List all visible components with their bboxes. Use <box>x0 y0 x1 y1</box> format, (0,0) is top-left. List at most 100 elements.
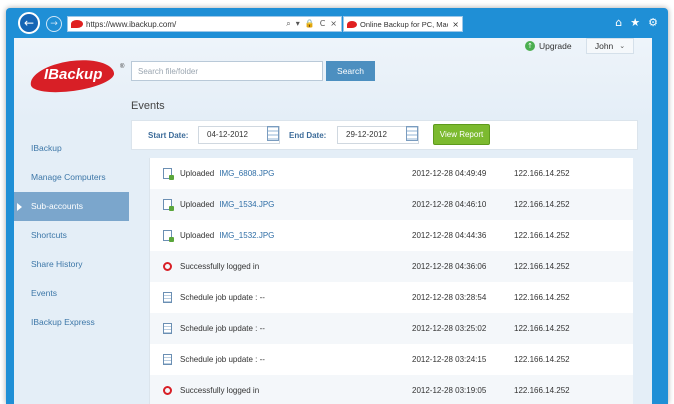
url-text[interactable]: https://www.ibackup.com/ <box>86 20 286 29</box>
event-icon-cell <box>160 168 174 180</box>
event-icon-cell <box>160 230 174 242</box>
browser-tab[interactable]: Online Backup for PC, Mac ... × <box>343 16 463 32</box>
event-description: Uploaded IMG_1534.JPG <box>180 200 412 209</box>
search-button[interactable]: Search <box>326 61 375 81</box>
event-timestamp: 2012-12-28 03:19:05 <box>412 386 487 395</box>
end-date-label: End Date: <box>289 131 327 140</box>
event-ip-address: 122.166.14.252 <box>514 386 570 395</box>
schedule-doc-icon <box>162 292 172 303</box>
page-header: IBackup ® Search ↑ Upgrade John ⌄ Events <box>14 38 652 120</box>
event-description: Uploaded IMG_6808.JPG <box>180 169 412 178</box>
user-name: John <box>594 41 614 51</box>
event-action: Uploaded <box>180 200 215 209</box>
main-panel: Start Date: 04-12-2012 End Date: 29-12-2… <box>129 120 652 404</box>
tab-favicon-icon <box>347 20 357 28</box>
login-icon <box>162 262 172 271</box>
event-timestamp: 2012-12-28 03:25:02 <box>412 324 487 333</box>
chevron-down-icon: ⌄ <box>619 42 626 50</box>
event-icon-cell <box>160 354 174 365</box>
event-timestamp: 2012-12-28 03:24:15 <box>412 355 487 364</box>
stop-icon[interactable]: × <box>330 19 337 29</box>
logo-text: IBackup <box>44 66 103 83</box>
upgrade-icon: ↑ <box>525 41 535 51</box>
view-report-button[interactable]: View Report <box>433 124 490 145</box>
browser-toolbar-icons: ⌂ ★ ⚙ <box>615 16 658 29</box>
search-icon[interactable]: ⌕ <box>286 19 290 29</box>
event-file-link[interactable]: IMG_6808.JPG <box>219 169 274 178</box>
table-row: Schedule job update : -- 2012-12-28 03:28… <box>150 282 633 313</box>
sidebar-item-share-history[interactable]: Share History <box>14 250 129 279</box>
upload-file-icon <box>162 168 174 180</box>
event-timestamp: 2012-12-28 04:44:36 <box>412 231 487 240</box>
table-row: Successfully logged in 2012-12-28 03:19:0… <box>150 375 633 404</box>
tab-title: Online Backup for PC, Mac ... <box>360 19 448 29</box>
address-bar[interactable]: https://www.ibackup.com/ ⌕ ▾ 🔒 C × <box>67 16 342 32</box>
favorites-icon[interactable]: ★ <box>630 16 640 29</box>
event-action: Uploaded <box>180 231 215 240</box>
event-ip-address: 122.166.14.252 <box>514 169 570 178</box>
table-row: Successfully logged in 2012-12-28 04:36:0… <box>150 251 633 282</box>
event-description: Successfully logged in <box>180 262 412 271</box>
event-file-link[interactable]: IMG_1534.JPG <box>219 200 274 209</box>
upgrade-link[interactable]: ↑ Upgrade <box>525 41 572 51</box>
event-icon-cell <box>160 199 174 211</box>
event-action: Successfully logged in <box>180 262 260 271</box>
table-row: Schedule job update : -- 2012-12-28 03:24… <box>150 344 633 375</box>
ibackup-logo[interactable]: IBackup ® <box>28 55 124 97</box>
browser-titlebar: ← → https://www.ibackup.com/ ⌕ ▾ 🔒 C × O… <box>6 8 668 38</box>
settings-icon[interactable]: ⚙ <box>648 16 658 29</box>
event-description: Uploaded IMG_1532.JPG <box>180 231 412 240</box>
event-icon-cell <box>160 292 174 303</box>
table-row: Uploaded IMG_1532.JPG 2012-12-28 04:44:36 1… <box>150 220 633 251</box>
refresh-icon[interactable]: C <box>320 19 326 29</box>
event-timestamp: 2012-12-28 04:36:06 <box>412 262 487 271</box>
date-filter-bar: Start Date: 04-12-2012 End Date: 29-12-2… <box>131 120 638 150</box>
event-action: Uploaded <box>180 169 215 178</box>
event-description: Schedule job update : -- <box>180 355 412 364</box>
event-ip-address: 122.166.14.252 <box>514 200 570 209</box>
event-icon-cell <box>160 386 174 395</box>
login-icon <box>162 386 172 395</box>
events-table: Uploaded IMG_6808.JPG 2012-12-28 04:49:49 1… <box>149 158 633 404</box>
event-ip-address: 122.166.14.252 <box>514 262 570 271</box>
tab-close-icon[interactable]: × <box>452 20 459 29</box>
event-action: Schedule job update : -- <box>180 355 265 364</box>
site-favicon-icon <box>71 20 83 28</box>
page-content: IBackup ® Search ↑ Upgrade John ⌄ Events… <box>14 38 652 404</box>
search-input[interactable] <box>131 61 323 81</box>
sidebar-item-events[interactable]: Events <box>14 279 129 308</box>
event-ip-address: 122.166.14.252 <box>514 355 570 364</box>
event-icon-cell <box>160 323 174 334</box>
dropdown-icon[interactable]: ▾ <box>296 19 300 29</box>
event-ip-address: 122.166.14.252 <box>514 231 570 240</box>
sidebar-item-ibackup-express[interactable]: IBackup Express <box>14 308 129 337</box>
sidebar-item-shortcuts[interactable]: Shortcuts <box>14 221 129 250</box>
home-icon[interactable]: ⌂ <box>615 16 622 29</box>
table-row: Uploaded IMG_6808.JPG 2012-12-28 04:49:49 1… <box>150 158 633 189</box>
address-bar-icons: ⌕ ▾ 🔒 C × <box>286 19 341 29</box>
page-title: Events <box>131 100 165 112</box>
event-timestamp: 2012-12-28 04:46:10 <box>412 200 487 209</box>
start-calendar-icon[interactable] <box>267 126 279 141</box>
schedule-doc-icon <box>162 354 172 365</box>
table-row: Schedule job update : -- 2012-12-28 03:25… <box>150 313 633 344</box>
event-ip-address: 122.166.14.252 <box>514 324 570 333</box>
event-timestamp: 2012-12-28 04:49:49 <box>412 169 487 178</box>
sidebar-item-sub-accounts[interactable]: Sub-accounts <box>14 192 129 221</box>
upgrade-label: Upgrade <box>539 41 572 51</box>
start-date-label: Start Date: <box>148 131 189 140</box>
event-action: Schedule job update : -- <box>180 293 265 302</box>
event-description: Schedule job update : -- <box>180 324 412 333</box>
sidebar-item-ibackup[interactable]: IBackup <box>14 134 129 163</box>
upload-file-icon <box>162 230 174 242</box>
end-calendar-icon[interactable] <box>406 126 418 141</box>
event-description: Successfully logged in <box>180 386 412 395</box>
forward-button[interactable]: → <box>46 16 62 32</box>
sidebar-item-manage-computers[interactable]: Manage Computers <box>14 163 129 192</box>
lock-icon[interactable]: 🔒 <box>305 19 315 29</box>
event-timestamp: 2012-12-28 03:28:54 <box>412 293 487 302</box>
event-ip-address: 122.166.14.252 <box>514 293 570 302</box>
user-menu[interactable]: John ⌄ <box>586 38 634 54</box>
back-button[interactable]: ← <box>18 12 40 34</box>
event-file-link[interactable]: IMG_1532.JPG <box>219 231 274 240</box>
